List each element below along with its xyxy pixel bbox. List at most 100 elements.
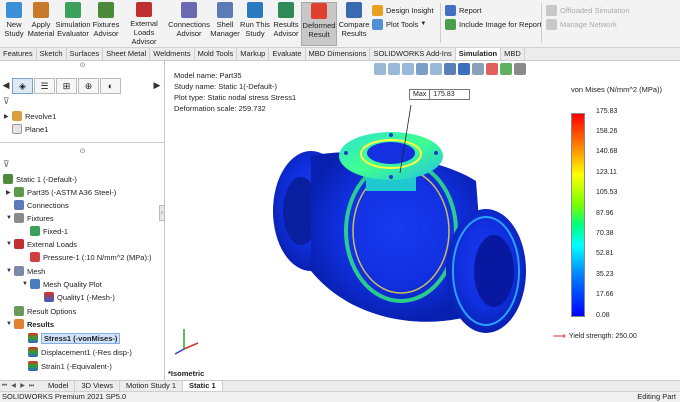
apply-material-button[interactable]: Apply Material	[28, 2, 54, 46]
connections-advisor-button[interactable]: Connections Advisor	[168, 2, 210, 46]
tab-features[interactable]: Features	[0, 48, 37, 60]
tree-item-pressure-1[interactable]: Pressure-1 (:10 N/mm^2 (MPa):)	[30, 251, 152, 263]
tab-evaluate[interactable]: Evaluate	[269, 48, 306, 60]
run-this-study-button[interactable]: Run This Study	[240, 2, 270, 46]
legend-color-bar	[571, 113, 585, 317]
result-options-icon	[14, 306, 24, 316]
results-advisor-button[interactable]: Results Advisor	[272, 2, 300, 46]
caret-down-icon: ▼	[22, 281, 28, 287]
tree-item-quality1[interactable]: Quality1 (-Mesh-)	[44, 291, 115, 303]
display-manager-tab-icon[interactable]: ◐	[100, 78, 121, 94]
results-icon	[14, 319, 24, 329]
tree-item-stress1[interactable]: Stress1 (-vonMises-)	[28, 332, 121, 344]
feature-manager-tab-icon[interactable]: ◈	[12, 78, 33, 94]
prev-tab-icon[interactable]: ◀	[9, 381, 18, 391]
include-image-button[interactable]: Include Image for Report	[445, 17, 542, 31]
external-loads-advisor-button[interactable]: External Loads Advisor	[122, 2, 166, 46]
external-loads-advisor-icon	[136, 2, 152, 17]
collapse-left-arrow-icon[interactable]: ◀	[0, 78, 12, 92]
tab-markup[interactable]: Markup	[237, 48, 270, 60]
tab-mold-tools[interactable]: Mold Tools	[195, 48, 238, 60]
expand-right-arrow-icon[interactable]: ▶	[151, 78, 163, 92]
first-tab-icon[interactable]: ⏮	[0, 381, 9, 391]
quality-icon	[44, 292, 54, 302]
simulation-evaluator-button[interactable]: Simulation Evaluator	[55, 2, 91, 46]
bottom-tab-bar: ⏮ ◀ ▶ ⏭ Model 3D Views Motion Study 1 St…	[0, 380, 680, 391]
plot-tools-button[interactable]: Plot Tools ▼	[372, 17, 426, 31]
filter-icon[interactable]: ⊽	[3, 159, 10, 170]
tab-model[interactable]: Model	[42, 381, 76, 391]
panel-collapse-handle[interactable]: ›	[159, 205, 165, 221]
display-style-icon[interactable]	[458, 63, 470, 75]
filter-icon[interactable]: ⊽	[3, 96, 10, 107]
new-study-button[interactable]: New Study	[2, 2, 26, 46]
graphics-area[interactable]: Model name: Part35 Study name: Static 1(…	[166, 61, 680, 380]
next-tab-icon[interactable]: ▶	[18, 381, 27, 391]
tab-solidworks-add-ins[interactable]: SOLIDWORKS Add-Ins	[370, 48, 456, 60]
tree-scrollbar[interactable]	[0, 137, 165, 143]
tree-item-mesh[interactable]: ▼ Mesh	[6, 265, 45, 277]
tree-item-connections[interactable]: Connections	[14, 199, 69, 211]
view-orientation-label: *Isometric	[168, 369, 205, 378]
tab-weldments[interactable]: Weldments	[150, 48, 195, 60]
stress-plot-model[interactable]	[236, 101, 556, 361]
tree-item-revolve1[interactable]: ▶ Revolve1	[4, 110, 56, 122]
last-tab-icon[interactable]: ⏭	[27, 381, 36, 391]
tab-static-1[interactable]: Static 1	[183, 381, 223, 391]
stress-legend[interactable]: von Mises (N/mm^2 (MPa)) 175.83 158.26 1…	[561, 85, 676, 345]
tree-item-part[interactable]: ▶ Part35 (-ASTM A36 Steel-)	[6, 186, 116, 198]
panel-grip-handle[interactable]: ⊙	[0, 148, 165, 156]
tree-item-external-loads[interactable]: ▼ External Loads	[6, 238, 77, 250]
shell-manager-button[interactable]: Shell Manager	[210, 2, 240, 46]
zoom-to-fit-icon[interactable]	[374, 63, 386, 75]
section-view-icon[interactable]	[416, 63, 428, 75]
offloaded-simulation-icon	[546, 4, 557, 16]
fixtures-icon	[14, 213, 24, 223]
property-manager-tab-icon[interactable]: ☰	[34, 78, 55, 94]
triad-z-axis	[174, 348, 185, 355]
tab-mbd-dimensions[interactable]: MBD Dimensions	[306, 48, 371, 60]
tab-sketch[interactable]: Sketch	[37, 48, 67, 60]
tree-item-plane1[interactable]: Plane1	[12, 123, 48, 135]
legend-value: 175.83	[596, 108, 618, 115]
heads-up-view-toolbar	[374, 63, 526, 78]
panel-grip-handle[interactable]: ⊙	[0, 62, 165, 70]
triad-axes-icon	[174, 329, 199, 355]
tree-item-static-study[interactable]: Static 1 (-Default-)	[3, 173, 77, 185]
compare-results-button[interactable]: Compare Results	[339, 2, 369, 46]
dynamic-annotation-icon[interactable]	[430, 63, 442, 75]
previous-view-icon[interactable]	[402, 63, 414, 75]
legend-value: 140.68	[596, 148, 618, 155]
report-button[interactable]: Report	[445, 3, 482, 17]
tab-simulation[interactable]: Simulation	[455, 48, 502, 60]
fixtures-advisor-button[interactable]: Fixtures Advisor	[92, 2, 120, 46]
hide-show-items-icon[interactable]	[472, 63, 484, 75]
tab-mbd[interactable]: MBD	[501, 48, 525, 60]
view-settings-icon[interactable]	[514, 63, 526, 75]
caret-right-icon: ▶	[4, 113, 9, 120]
deformed-result-button[interactable]: Deformed Result	[301, 2, 337, 46]
tree-item-displacement1[interactable]: Displacement1 (-Res disp-)	[28, 346, 132, 358]
tree-item-mesh-quality-plot[interactable]: ▼ Mesh Quality Plot	[22, 278, 102, 290]
design-insight-button[interactable]: Design Insight	[372, 3, 434, 17]
dimxpert-tab-icon[interactable]: ⊕	[78, 78, 99, 94]
tab-surfaces[interactable]: Surfaces	[67, 48, 104, 60]
view-orientation-icon[interactable]	[444, 63, 456, 75]
edit-appearance-icon[interactable]	[486, 63, 498, 75]
max-annotation[interactable]: Max 175.83	[409, 89, 471, 100]
tree-item-results[interactable]: ▼ Results	[6, 318, 54, 330]
tab-3d-views[interactable]: 3D Views	[75, 381, 120, 391]
tab-motion-study-1[interactable]: Motion Study 1	[120, 381, 184, 391]
tree-item-result-options[interactable]: Result Options	[14, 305, 76, 317]
configuration-manager-tab-icon[interactable]: ⊞	[56, 78, 77, 94]
caret-right-icon: ▶	[6, 189, 11, 196]
apply-scene-icon[interactable]	[500, 63, 512, 75]
yield-strength-marker: ⟶ Yield strength: 250.00	[553, 331, 637, 342]
connections-icon	[14, 200, 24, 210]
tree-item-fixtures[interactable]: ▼ Fixtures	[6, 212, 54, 224]
zoom-to-area-icon[interactable]	[388, 63, 400, 75]
tab-sheet-metal[interactable]: Sheet Metal	[103, 48, 151, 60]
feature-manager-panel: ⊙ ◀ ◈ ☰ ⊞ ⊕ ◐ ▶ ⊽ ▶ Revolve1 Plane1 ⊙ ⊽ S…	[0, 61, 165, 380]
tree-item-strain1[interactable]: Strain1 (-Equivalent-)	[28, 360, 112, 372]
tree-item-fixed-1[interactable]: Fixed-1	[30, 225, 68, 237]
